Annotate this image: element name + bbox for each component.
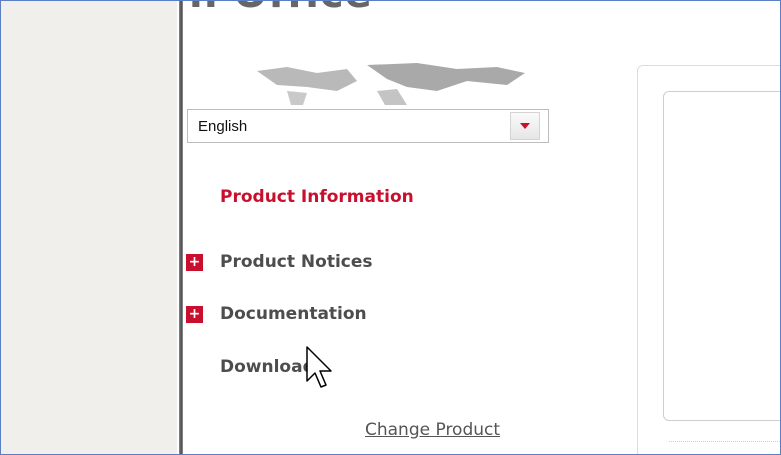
plus-icon[interactable]: + (186, 305, 203, 323)
sidebar-item-label: Product Information (220, 187, 414, 207)
plus-icon[interactable]: + (186, 253, 203, 271)
browser-window: n Office English Product Information + P… (0, 0, 781, 455)
language-select[interactable]: English (187, 109, 549, 143)
mouse-pointer-icon (299, 341, 332, 388)
sidebar-item-label: Product Notices (220, 252, 373, 272)
language-select-value: English (198, 117, 248, 135)
world-map-icon (257, 63, 525, 105)
sidebar-item-product-notices[interactable]: + Product Notices (186, 252, 373, 272)
change-product-link[interactable]: Change Product (365, 420, 500, 440)
sidebar-divider (179, 1, 183, 454)
content-panel-inner (663, 91, 780, 421)
sidebar-item-label: Documentation (220, 304, 367, 324)
sidebar-item-product-information[interactable]: Product Information (220, 187, 414, 207)
panel-divider (669, 441, 780, 442)
chevron-down-icon[interactable] (510, 112, 540, 140)
left-gutter (1, 1, 177, 454)
page-title: n Office (189, 1, 373, 17)
sidebar-item-documentation[interactable]: + Documentation (186, 304, 367, 324)
